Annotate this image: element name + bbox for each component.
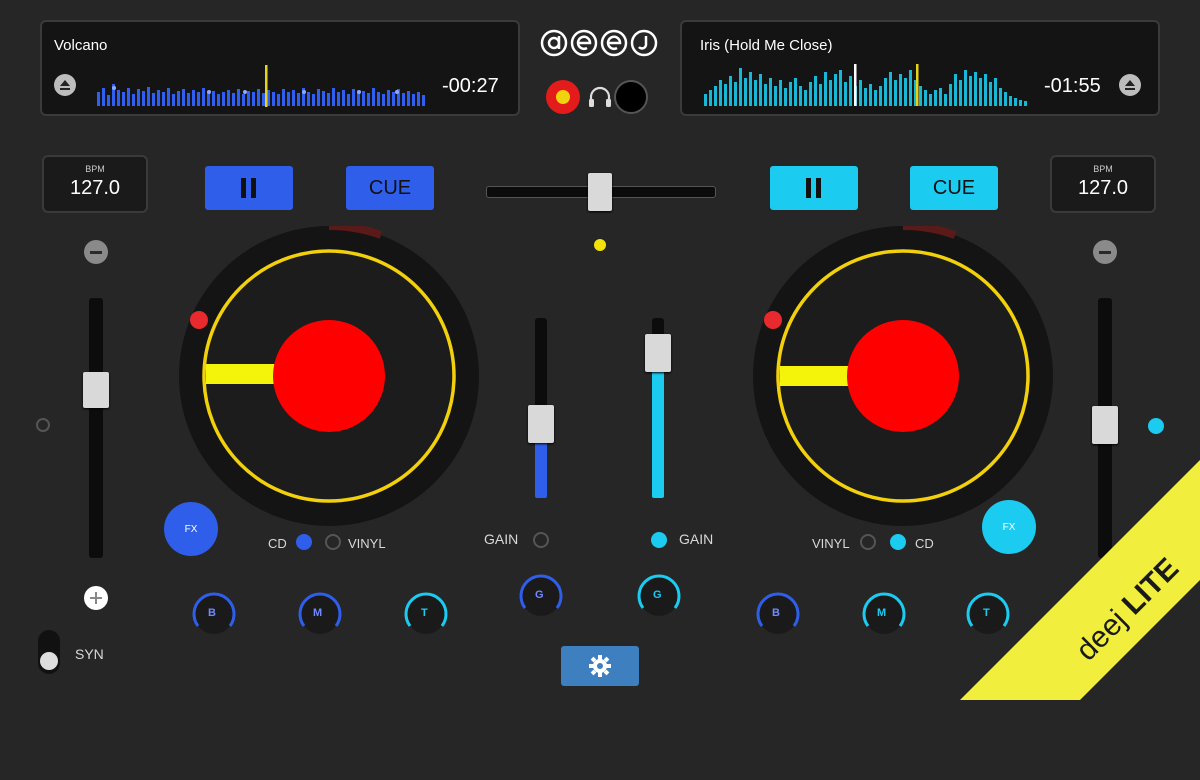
left-waveform[interactable] <box>97 62 437 110</box>
left-track-title: Volcano <box>54 37 108 54</box>
left-fx-button[interactable]: FX <box>164 502 218 556</box>
left-pause-button[interactable] <box>205 166 293 210</box>
right-eq-mid-label: M <box>877 607 887 619</box>
right-pause-button[interactable] <box>770 166 858 210</box>
left-pitch-fader-track[interactable] <box>89 298 103 558</box>
left-bpm-display: BPM 127.0 <box>42 155 148 213</box>
right-bpm-value: 127.0 <box>1077 177 1129 199</box>
left-pitch-fader-knob[interactable] <box>83 372 109 408</box>
left-pitch-reset-indicator[interactable] <box>36 418 50 432</box>
left-eq-mid-label: M <box>313 607 323 619</box>
left-gain-radio[interactable] <box>533 532 549 548</box>
left-mode-cd-radio[interactable] <box>296 534 312 550</box>
eject-icon[interactable] <box>1119 74 1141 96</box>
left-bpm-value: 127.0 <box>69 177 121 199</box>
right-mode-vinyl-label: VINYL <box>812 536 850 551</box>
left-platter-marker <box>190 311 208 329</box>
sync-toggle[interactable] <box>38 630 60 674</box>
gear-icon <box>589 655 611 677</box>
right-mode-cd-label: CD <box>915 536 934 551</box>
crossfader-center-indicator <box>594 239 606 251</box>
right-eq-bass-label: B <box>772 607 780 619</box>
left-pitch-plus-button[interactable] <box>84 586 108 610</box>
right-pitch-fader-knob[interactable] <box>1092 406 1118 444</box>
right-platter-marker <box>764 311 782 329</box>
left-mode-vinyl-label: VINYL <box>348 536 386 551</box>
right-volume-knob[interactable] <box>645 334 671 372</box>
left-eq-bass-label: B <box>208 607 216 619</box>
settings-button[interactable] <box>561 646 639 686</box>
left-time-remaining: -00:27 <box>442 75 499 97</box>
left-bpm-label: BPM <box>85 164 105 174</box>
right-track-title: Iris (Hold Me Close) <box>700 37 833 54</box>
right-mode-vinyl-radio[interactable] <box>860 534 876 550</box>
eject-icon[interactable] <box>54 74 76 96</box>
right-volume-level <box>652 370 664 498</box>
right-cue-button[interactable]: CUE <box>910 166 998 210</box>
left-volume-level <box>535 442 547 498</box>
sync-label: SYN <box>75 646 104 662</box>
right-pitch-reset-indicator[interactable] <box>1148 418 1164 434</box>
right-gain-knob-label: G <box>653 589 662 601</box>
cue-monitor-button[interactable] <box>614 80 648 114</box>
app-logo: deej <box>540 28 664 58</box>
left-cue-button[interactable]: CUE <box>346 166 434 210</box>
right-bpm-display: BPM 127.0 <box>1050 155 1156 213</box>
record-icon[interactable] <box>546 80 580 114</box>
left-eq-treble-label: T <box>421 607 428 619</box>
left-platter[interactable] <box>176 226 482 526</box>
right-pitch-minus-button[interactable] <box>1093 240 1117 264</box>
left-gain-knob-label: G <box>535 589 544 601</box>
headphones-icon[interactable] <box>588 86 612 108</box>
left-pitch-minus-button[interactable] <box>84 240 108 264</box>
right-bpm-label: BPM <box>1093 164 1113 174</box>
right-waveform[interactable] <box>704 60 1034 110</box>
left-mode-vinyl-radio[interactable] <box>325 534 341 550</box>
right-mode-cd-radio[interactable] <box>890 534 906 550</box>
right-gain-label: GAIN <box>679 531 714 547</box>
right-track-display: Iris (Hold Me Close) -01:55 <box>680 20 1160 116</box>
right-time-remaining: -01:55 <box>1044 75 1101 97</box>
left-track-display: Volcano -00:27 <box>40 20 520 116</box>
left-gain-label: GAIN <box>484 531 519 547</box>
left-volume-knob[interactable] <box>528 405 554 443</box>
crossfader-knob[interactable] <box>588 173 612 211</box>
left-mode-cd-label: CD <box>268 536 287 551</box>
right-gain-radio[interactable] <box>651 532 667 548</box>
